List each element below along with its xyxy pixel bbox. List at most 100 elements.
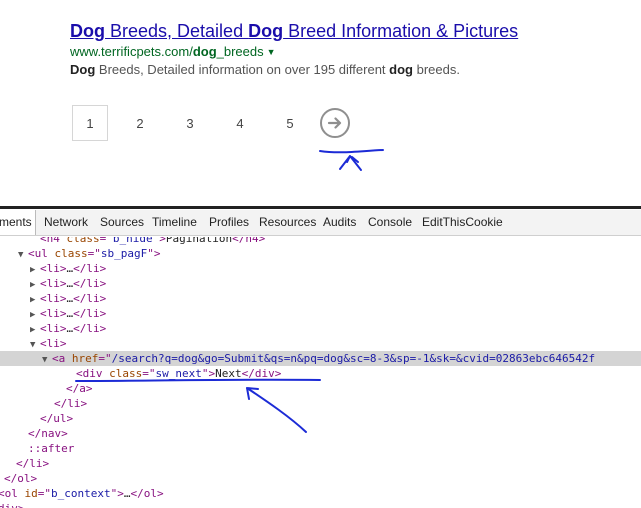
dom-token: =" (37, 487, 51, 500)
dom-line[interactable]: </li> (0, 456, 641, 471)
url-text: _breeds (216, 44, 264, 59)
result-url: www.terrificpets.com/dog_breeds ▼ (70, 43, 630, 61)
dom-line[interactable]: </li> (0, 396, 641, 411)
dom-token: </li> (73, 322, 107, 335)
dom-token: </nav> (28, 427, 68, 440)
dom-token: =" (87, 247, 101, 260)
page-1-current[interactable]: 1 (72, 105, 108, 141)
dom-line[interactable]: ::after (0, 441, 641, 456)
title-keyword: Dog (70, 21, 105, 41)
annotation-arrow-next (339, 155, 362, 171)
devtools-panel: ments Network Sources Timeline Profiles … (0, 206, 641, 508)
dom-token: </ol> (4, 472, 38, 485)
dom-line[interactable]: </ol> (0, 471, 641, 486)
page-5-link[interactable]: 5 (272, 105, 308, 141)
dom-line[interactable]: ▶ <li>…</li> (0, 321, 641, 336)
tab-timeline[interactable]: Timeline (152, 210, 197, 235)
devtools-border (0, 206, 641, 209)
dom-token: <ul (28, 247, 55, 260)
tab-console[interactable]: Console (368, 210, 412, 235)
dom-token: </ol> (130, 487, 164, 500)
dom-line[interactable]: </ul> (0, 411, 641, 426)
tab-editthiscookie[interactable]: EditThisCookie (422, 210, 503, 235)
dom-token: "> (201, 367, 216, 380)
dom-line[interactable]: ▼ <ul class="sb_pagF"> (0, 246, 641, 261)
tab-profiles[interactable]: Profiles (209, 210, 249, 235)
dom-token: b_context (51, 487, 111, 500)
dom-token: </li> (73, 307, 107, 320)
dom-token: class (66, 237, 100, 245)
dom-line[interactable]: <ol id="b_context">…</ol> (0, 486, 641, 501)
dom-token: Next (215, 367, 242, 380)
dom-token: =" (142, 367, 156, 380)
dom-token: class (109, 367, 143, 380)
dom-token: <div (76, 367, 110, 380)
tab-resources[interactable]: Resources (259, 210, 316, 235)
dom-token: div> (0, 502, 25, 508)
title-text: Breeds, Detailed (105, 21, 249, 41)
dom-line[interactable]: <h4 class="b_hide">Pagination</h4> (0, 237, 641, 246)
url-text: www.terrificpets.com/ (70, 44, 193, 59)
dom-line[interactable]: ▶ <li>…</li> (0, 306, 641, 321)
dom-line-selected[interactable]: ▼ <a href="/search?q=dog&go=Submit&qs=n&p… (0, 351, 641, 366)
dom-token: <li> (40, 262, 67, 275)
dom-token: <li> (40, 307, 67, 320)
dom-token: href (71, 352, 99, 365)
dom-token: </li> (54, 397, 88, 410)
dom-line[interactable]: </nav> (0, 426, 641, 441)
dom-token: sw_next (155, 367, 202, 380)
dom-token: <li> (40, 337, 67, 350)
dom-line[interactable]: ▼ <li> (0, 336, 641, 351)
tab-audits[interactable]: Audits (323, 210, 356, 235)
dom-token: </div> (241, 367, 282, 380)
dom-token: sb_pagF (100, 247, 148, 260)
dom-token: <ol (0, 487, 25, 500)
page-4-link[interactable]: 4 (222, 105, 258, 141)
title-text: Breed Information & Pictures (283, 21, 519, 41)
dom-token: </ul> (40, 412, 74, 425)
dom-token: =" (99, 237, 113, 245)
search-result: Dog Breeds, Detailed Dog Breed Informati… (70, 19, 630, 79)
devtools-tab-bar: ments Network Sources Timeline Profiles … (0, 210, 641, 236)
dom-token: <li> (40, 277, 67, 290)
dom-line[interactable]: ▶ <li>…</li> (0, 276, 641, 291)
url-dropdown-caret-icon[interactable]: ▼ (267, 47, 276, 57)
dom-token: </li> (73, 262, 107, 275)
page-2-link[interactable]: 2 (122, 105, 158, 141)
snippet-text: breeds. (413, 62, 460, 77)
dom-token: </a> (66, 382, 93, 395)
dom-token: ::after (28, 442, 75, 455)
dom-line[interactable]: </a> (0, 381, 641, 396)
tab-network[interactable]: Network (44, 210, 88, 235)
result-snippet: Dog Breeds, Detailed information on over… (70, 61, 630, 79)
dom-token: Pagination (165, 237, 233, 245)
dom-tree: <h4 class="b_hide">Pagination</h4> ▼ <ul c… (0, 237, 641, 508)
dom-token: /search?q=dog&go=Submit&qs=n&pq=dog&sc=8… (111, 352, 596, 365)
dom-token: </li> (73, 292, 107, 305)
dom-token: <h4 (40, 237, 67, 245)
dom-line[interactable]: ▶ <li>…</li> (0, 291, 641, 306)
dom-token: </h4> (232, 237, 266, 245)
dom-token: =" (98, 352, 112, 365)
tab-elements[interactable]: ments (0, 210, 36, 235)
result-title-link[interactable]: Dog Breeds, Detailed Dog Breed Informati… (70, 19, 630, 43)
dom-line[interactable]: div> (0, 501, 641, 508)
dom-token: "> (152, 237, 166, 245)
snippet-keyword: Dog (70, 62, 96, 77)
dom-token: "> (110, 487, 124, 500)
next-page-button[interactable] (320, 108, 350, 138)
dom-line[interactable]: ▶ <li>…</li> (0, 261, 641, 276)
arrow-right-icon (327, 117, 342, 129)
dom-line[interactable]: <div class="sw_next">Next</div> (0, 366, 641, 381)
page-3-link[interactable]: 3 (172, 105, 208, 141)
dom-token: </li> (73, 277, 107, 290)
dom-token: id (24, 487, 38, 500)
snippet-text: Breeds, Detailed information on over 195… (95, 62, 390, 77)
url-keyword: dog (192, 44, 217, 59)
tab-sources[interactable]: Sources (100, 210, 144, 235)
dom-token: b_hide (112, 237, 153, 245)
dom-token: <a (52, 352, 72, 365)
snippet-keyword: dog (389, 62, 413, 77)
dom-token: "> (147, 247, 161, 260)
dom-token: <li> (40, 292, 67, 305)
